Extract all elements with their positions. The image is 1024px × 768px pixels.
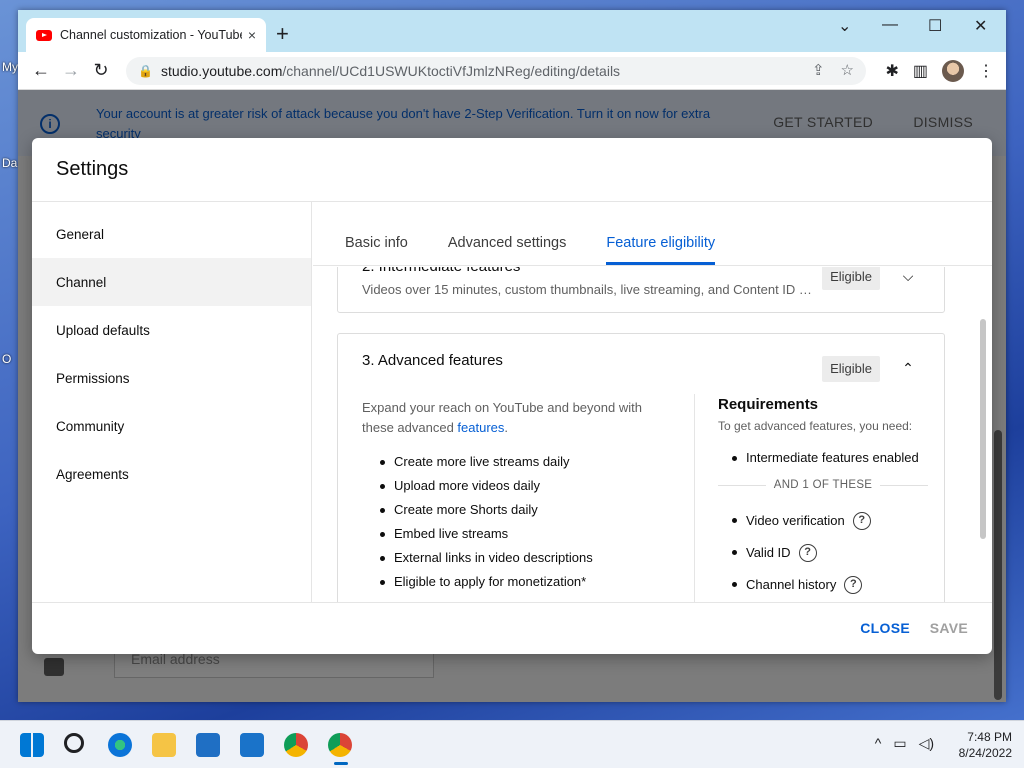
- chevron-down-icon[interactable]: ⌵: [898, 267, 918, 286]
- sidebar-item-general[interactable]: General: [32, 210, 311, 258]
- clock-date: 8/24/2022: [958, 746, 1012, 760]
- or-divider: AND 1 OF THESE: [718, 479, 928, 491]
- extensions-puzzle-icon[interactable]: ✱: [885, 61, 898, 81]
- intermediate-features-card[interactable]: 2. Intermediate features Videos over 15 …: [337, 267, 945, 313]
- maximize-button[interactable]: ☐: [928, 16, 942, 36]
- system-tray: ^ ▭ ◁): [875, 735, 934, 752]
- settings-dialog: Settings General Channel Upload defaults…: [32, 138, 992, 654]
- close-window-button[interactable]: ✕: [974, 16, 987, 36]
- desktop-icon-label[interactable]: My: [2, 60, 18, 74]
- search-icon[interactable]: [64, 733, 84, 753]
- list-item: Intermediate features enabled: [732, 447, 928, 469]
- tab-close-icon[interactable]: ×: [248, 27, 256, 43]
- volume-icon[interactable]: ◁): [919, 735, 934, 752]
- features-list: Create more live streams daily Upload mo…: [362, 450, 672, 594]
- list-item: External links in video descriptions: [380, 546, 672, 570]
- minimize-button[interactable]: —: [882, 16, 898, 34]
- tab-strip: Channel customization - YouTube × + ⌄ — …: [18, 10, 1006, 52]
- clock[interactable]: 7:48 PM 8/24/2022: [959, 729, 1012, 761]
- chevron-up-icon[interactable]: ⌃: [898, 358, 918, 378]
- save-button[interactable]: SAVE: [930, 620, 968, 636]
- bookmark-star-icon[interactable]: ☆: [841, 61, 854, 79]
- close-button[interactable]: CLOSE: [860, 620, 910, 636]
- sidebar-item-agreements[interactable]: Agreements: [32, 450, 311, 498]
- clock-time: 7:48 PM: [967, 730, 1012, 744]
- card-title: 3. Advanced features: [362, 352, 503, 369]
- divider-label: AND 1 OF THESE: [773, 479, 873, 491]
- forward-button[interactable]: →: [56, 60, 86, 81]
- requirements-subtitle: To get advanced features, you need:: [718, 419, 913, 433]
- chrome-icon[interactable]: [284, 733, 308, 757]
- list-item: Embed live streams: [380, 522, 672, 546]
- address-bar[interactable]: 🔒 studio.youtube.com/channel/UCd1USWUKto…: [126, 57, 866, 85]
- desktop-icon-label[interactable]: O: [2, 352, 11, 366]
- network-icon[interactable]: ▭: [893, 735, 906, 752]
- url-domain: studio.youtube.com: [160, 63, 283, 79]
- option-label: Valid ID: [746, 545, 791, 560]
- tab-basic-info[interactable]: Basic info: [345, 235, 408, 265]
- requirements-section: Requirements To get advanced features, y…: [718, 396, 928, 601]
- feature-eligibility-panel: 2. Intermediate features Videos over 15 …: [313, 267, 992, 602]
- list-item: Create more live streams daily: [380, 450, 672, 474]
- option-label: Channel history: [746, 577, 837, 592]
- list-item: Create more Shorts daily: [380, 498, 672, 522]
- dialog-title: Settings: [32, 138, 992, 202]
- tab-advanced-settings[interactable]: Advanced settings: [448, 235, 567, 265]
- advanced-features-benefits: Expand your reach on YouTube and beyond …: [362, 398, 672, 594]
- tab-title: Channel customization - YouTube: [60, 28, 242, 42]
- edge-browser-icon[interactable]: [108, 733, 132, 757]
- reload-button[interactable]: ↻: [86, 60, 116, 81]
- browser-menu-icon[interactable]: ⋮: [978, 61, 994, 81]
- lock-icon[interactable]: 🔒: [138, 64, 153, 78]
- file-explorer-icon[interactable]: [152, 733, 176, 757]
- panel-scrollbar[interactable]: [980, 319, 986, 539]
- help-icon[interactable]: ?: [852, 512, 871, 530]
- option-label: Video verification: [746, 513, 845, 528]
- column-divider: [694, 394, 695, 602]
- help-icon[interactable]: ?: [844, 576, 863, 594]
- card-description: Videos over 15 minutes, custom thumbnail…: [362, 282, 814, 297]
- help-icon[interactable]: ?: [798, 544, 817, 562]
- windows-start-icon[interactable]: [20, 733, 44, 757]
- share-icon[interactable]: ⇪: [812, 61, 825, 79]
- browser-tab[interactable]: Channel customization - YouTube ×: [26, 18, 266, 52]
- advanced-intro: Expand your reach on YouTube and beyond …: [362, 400, 642, 435]
- chrome-profile-icon[interactable]: [328, 733, 352, 757]
- dialog-footer: CLOSE SAVE: [32, 602, 992, 654]
- new-tab-button[interactable]: +: [276, 22, 289, 46]
- settings-tabs: Basic info Advanced settings Feature eli…: [313, 202, 992, 266]
- profile-avatar[interactable]: [942, 60, 964, 82]
- running-indicator: [334, 762, 348, 765]
- tab-search-icon[interactable]: ⌄: [838, 16, 851, 36]
- side-panel-icon[interactable]: ▥: [913, 61, 928, 81]
- features-link[interactable]: features: [457, 420, 504, 435]
- card-title: 2. Intermediate features: [362, 267, 520, 275]
- list-item: Channel history?: [732, 569, 928, 601]
- status-badge: Eligible: [822, 267, 880, 290]
- sidebar-item-permissions[interactable]: Permissions: [32, 354, 311, 402]
- settings-sidebar: General Channel Upload defaults Permissi…: [32, 202, 312, 602]
- mail-icon[interactable]: [240, 733, 264, 757]
- youtube-favicon-icon: [36, 29, 52, 41]
- sidebar-item-community[interactable]: Community: [32, 402, 311, 450]
- list-item: Upload more videos daily: [380, 474, 672, 498]
- sidebar-item-upload-defaults[interactable]: Upload defaults: [32, 306, 311, 354]
- taskbar: ^ ▭ ◁) 7:48 PM 8/24/2022: [0, 720, 1024, 768]
- url-path: /channel/UCd1USWUKtoctiVfJmlzNReg/editin…: [282, 63, 621, 79]
- required-list: Intermediate features enabled: [718, 447, 928, 469]
- back-button[interactable]: ←: [26, 60, 56, 81]
- requirements-title: Requirements: [718, 396, 819, 413]
- list-item: Eligible to apply for monetization*: [380, 570, 672, 594]
- chevron-up-icon[interactable]: ^: [875, 735, 882, 752]
- options-list: Video verification? Valid ID? Channel hi…: [718, 505, 928, 601]
- status-badge: Eligible: [822, 356, 880, 382]
- microsoft-store-icon[interactable]: [196, 733, 220, 757]
- list-item: Valid ID?: [732, 537, 928, 569]
- advanced-features-card: 3. Advanced features Eligible ⌃ Expand y…: [337, 333, 945, 602]
- browser-toolbar: ← → ↻ 🔒 studio.youtube.com/channel/UCd1U…: [18, 52, 1006, 90]
- tab-feature-eligibility[interactable]: Feature eligibility: [606, 235, 716, 265]
- sidebar-item-channel[interactable]: Channel: [32, 258, 311, 306]
- desktop-icon-label[interactable]: Da: [2, 156, 17, 170]
- list-item: Video verification?: [732, 505, 928, 537]
